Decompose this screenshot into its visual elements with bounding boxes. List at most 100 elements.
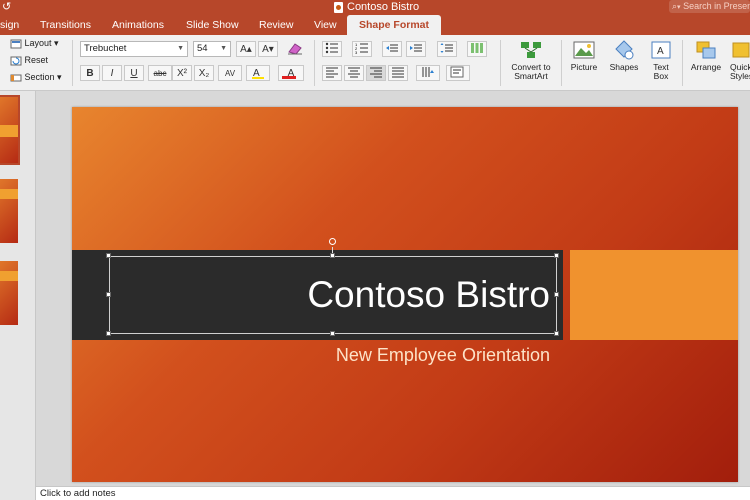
- ribbon-separator: [72, 40, 73, 86]
- strikethrough-button[interactable]: abc: [148, 65, 172, 81]
- chevron-down-icon: ▼: [177, 45, 184, 52]
- presentation-doc-icon: [334, 1, 343, 13]
- text-highlight-button[interactable]: A: [246, 65, 270, 81]
- slide-canvas[interactable]: Contoso Bistro New Employee Orientation: [72, 107, 738, 482]
- notes-pane[interactable]: Click to add notes: [36, 486, 750, 500]
- thumb-orange-box: [0, 271, 18, 281]
- superscript-button[interactable]: X²: [172, 65, 192, 81]
- bold-button[interactable]: B: [80, 65, 100, 81]
- quick-styles-icon: [732, 42, 750, 58]
- font-color-button[interactable]: A: [278, 65, 304, 81]
- shrink-font-button[interactable]: A▾: [258, 41, 278, 57]
- align-text-icon: [450, 66, 464, 78]
- numbering-button[interactable]: 123: [352, 41, 372, 57]
- undo-redo-glyphs[interactable]: ↺: [2, 0, 11, 14]
- resize-handle[interactable]: [554, 253, 559, 258]
- svg-text:3: 3: [355, 50, 358, 54]
- align-right-icon: [370, 67, 382, 78]
- thumb-orange-box: [0, 189, 18, 199]
- convert-smartart-button[interactable]: Convert to SmartArt: [506, 39, 556, 81]
- text-box-button[interactable]: A Text Box: [646, 39, 676, 81]
- orange-accent-box[interactable]: [570, 250, 738, 340]
- tab-slide-show[interactable]: Slide Show: [186, 15, 239, 35]
- font-size-value: 54: [197, 43, 208, 54]
- search-input[interactable]: ⌕▾ Search in Presentation: [669, 0, 750, 13]
- picture-button[interactable]: Picture: [566, 39, 602, 72]
- italic-button[interactable]: I: [102, 65, 122, 81]
- layout-label: Layout: [24, 38, 52, 48]
- font-size-select[interactable]: 54 ▼: [193, 41, 231, 57]
- resize-handle[interactable]: [106, 292, 111, 297]
- section-button[interactable]: Section ▾: [10, 72, 62, 83]
- font-family-select[interactable]: Trebuchet ▼: [80, 41, 188, 57]
- search-chevron-icon: ▾: [677, 4, 681, 11]
- bullets-button[interactable]: [322, 41, 342, 57]
- eraser-icon: [288, 43, 302, 55]
- resize-handle[interactable]: [106, 331, 111, 336]
- resize-handle[interactable]: [554, 331, 559, 336]
- increase-indent-button[interactable]: [406, 41, 426, 57]
- resize-handle[interactable]: [330, 331, 335, 336]
- align-text-button[interactable]: [446, 65, 470, 81]
- ribbon-separator: [314, 40, 315, 86]
- tab-transitions[interactable]: Transitions: [40, 15, 91, 35]
- resize-handle[interactable]: [554, 292, 559, 297]
- slide-subtitle[interactable]: New Employee Orientation: [108, 345, 550, 366]
- shapes-button[interactable]: Shapes: [606, 39, 642, 72]
- slide-thumbnail-3[interactable]: [0, 261, 18, 325]
- title-selection-box[interactable]: [109, 256, 557, 334]
- align-left-icon: [326, 67, 338, 78]
- columns-button[interactable]: [467, 41, 487, 57]
- highlighter-icon: A: [252, 68, 264, 79]
- reset-button[interactable]: Reset: [10, 55, 48, 66]
- layout-button[interactable]: Layout ▾: [10, 38, 59, 49]
- tab-shape-format[interactable]: Shape Format: [347, 15, 442, 35]
- slide-thumbnails-pane: [0, 91, 36, 500]
- ribbon: Layout ▾ Reset Section ▾ Trebuchet ▼ 54 …: [0, 35, 750, 91]
- underline-button[interactable]: U: [124, 65, 144, 81]
- tab-view[interactable]: View: [314, 15, 337, 35]
- slide-thumbnail-1[interactable]: [0, 95, 20, 165]
- resize-handle[interactable]: [106, 253, 111, 258]
- align-center-icon: [348, 67, 360, 78]
- tab-animations[interactable]: Animations: [112, 15, 164, 35]
- rotate-handle-icon[interactable]: [329, 238, 336, 245]
- text-direction-icon: [422, 67, 434, 77]
- numbered-list-icon: 123: [355, 42, 368, 55]
- align-center-button[interactable]: [344, 65, 364, 81]
- line-spacing-button[interactable]: [437, 41, 457, 57]
- align-right-button[interactable]: [366, 65, 386, 81]
- justify-button[interactable]: [388, 65, 408, 81]
- section-icon: [10, 74, 22, 82]
- reset-label: Reset: [24, 55, 49, 65]
- ribbon-separator: [682, 40, 683, 86]
- quick-styles-button[interactable]: Quick Styles: [730, 39, 750, 81]
- notes-placeholder: Click to add notes: [40, 488, 116, 499]
- tab-design[interactable]: sign: [0, 15, 19, 35]
- resize-handle[interactable]: [330, 253, 335, 258]
- reset-icon: [10, 56, 22, 66]
- character-spacing-button[interactable]: AV: [218, 65, 242, 81]
- slide-thumbnail-2[interactable]: [0, 179, 18, 243]
- svg-text:A: A: [657, 46, 664, 57]
- subscript-button[interactable]: X₂: [194, 65, 214, 81]
- line-spacing-icon: [440, 43, 453, 53]
- clear-formatting-button[interactable]: [285, 41, 305, 57]
- decrease-indent-button[interactable]: [382, 41, 402, 57]
- columns-icon: [471, 43, 483, 53]
- arrange-icon: [696, 41, 716, 59]
- text-box-icon: A: [651, 41, 671, 59]
- tab-review[interactable]: Review: [259, 15, 293, 35]
- outdent-icon: [386, 44, 398, 52]
- title-bar: ↺ Contoso Bistro ⌕▾ Search in Presentati…: [0, 0, 750, 15]
- ribbon-separator: [500, 40, 501, 86]
- arrange-button[interactable]: Arrange: [686, 39, 726, 72]
- grow-font-button[interactable]: A▴: [236, 41, 256, 57]
- font-color-bar: [282, 76, 296, 79]
- text-direction-button[interactable]: [416, 65, 440, 81]
- shapes-icon: [615, 40, 634, 60]
- justify-icon: [392, 67, 404, 78]
- ribbon-tabs: sign Transitions Animations Slide Show R…: [0, 15, 750, 35]
- align-left-button[interactable]: [322, 65, 342, 81]
- arrange-label: Arrange: [690, 62, 722, 72]
